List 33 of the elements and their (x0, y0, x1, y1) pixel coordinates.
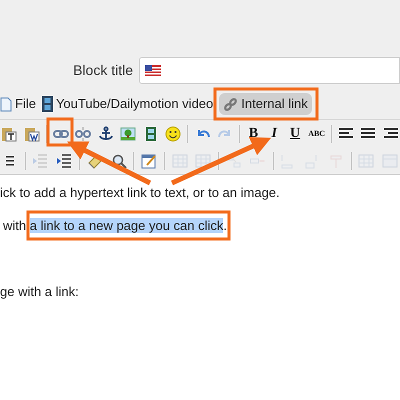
tab[interactable]: YouTube/Dailymotion video (42, 93, 214, 115)
edit-icon (141, 152, 158, 168)
format-button[interactable]: ABC (307, 122, 326, 144)
paragraph: ge with a link: (0, 283, 79, 301)
format-button[interactable]: U (286, 122, 304, 144)
field-label: Block title (73, 61, 133, 80)
highlight-frame (46, 118, 74, 146)
paste-word-icon (24, 126, 40, 142)
paragraph: ick to add a hypertext link to text, or to an image. (0, 184, 280, 202)
anchor-icon (98, 126, 114, 142)
format-button[interactable]: B (245, 122, 262, 144)
tab[interactable]: Internal link (219, 93, 312, 115)
paste-text-icon (1, 126, 18, 142)
smiley-icon (165, 126, 182, 142)
block-title-field[interactable] (139, 57, 400, 84)
table-icon (358, 152, 374, 168)
flag-icon (145, 65, 161, 76)
format-button[interactable]: I (266, 122, 283, 144)
table-row-icon (250, 158, 266, 164)
outdent-icon (32, 152, 48, 168)
table-column-icon (328, 152, 344, 168)
tab[interactable]: File (0, 93, 36, 115)
magnifier-icon (110, 152, 127, 168)
chain-icon (223, 96, 238, 112)
list-icon (6, 156, 14, 166)
paragraph: with a link to a new page you can click. (2, 217, 228, 235)
indent-icon (56, 152, 72, 168)
table-icon (172, 152, 188, 168)
image-icon (120, 126, 136, 142)
film-icon (42, 96, 53, 112)
table-icon (195, 152, 212, 168)
table-icon (382, 152, 398, 168)
unlink-icon (75, 126, 92, 142)
